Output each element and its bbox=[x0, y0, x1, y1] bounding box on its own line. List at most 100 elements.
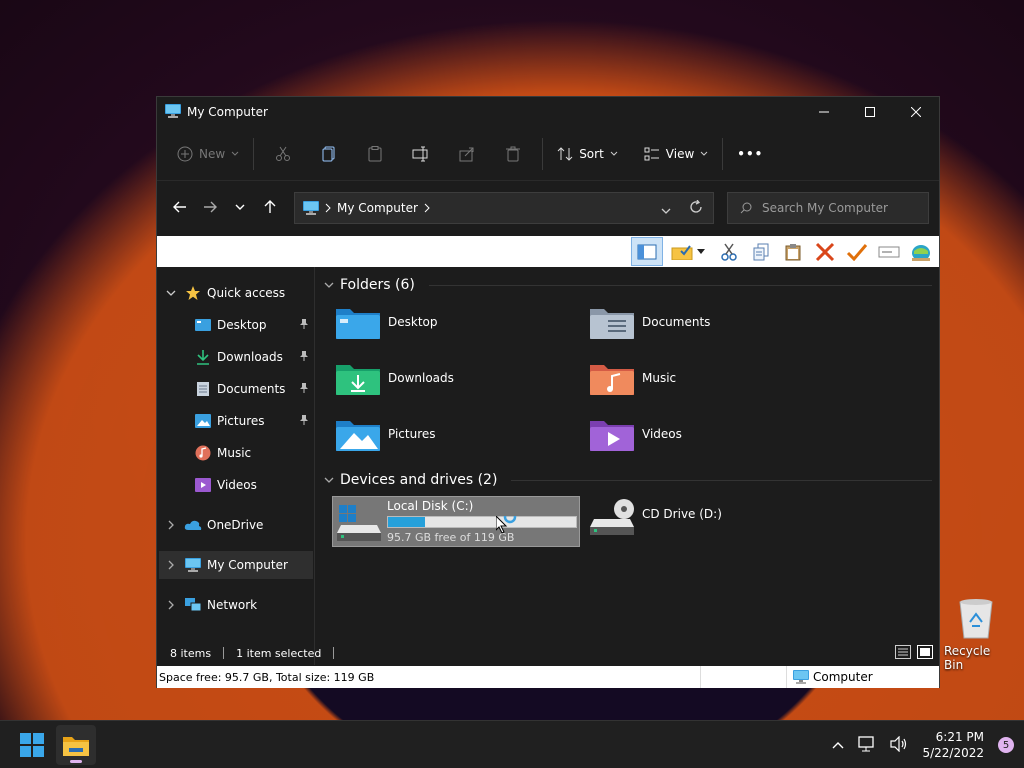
address-path[interactable]: My Computer bbox=[337, 201, 418, 215]
view-label: View bbox=[665, 146, 695, 161]
recycle-bin-desktop-icon[interactable]: Recycle Bin bbox=[944, 596, 1008, 672]
search-box[interactable]: Search My Computer bbox=[727, 192, 929, 224]
properties-check-button[interactable] bbox=[841, 237, 873, 266]
arrow-right-icon bbox=[204, 201, 217, 213]
recent-locations-button[interactable] bbox=[225, 192, 255, 222]
folder-check-icon bbox=[671, 244, 693, 260]
sidebar-item-videos[interactable]: Videos bbox=[159, 471, 313, 499]
details-view-button[interactable] bbox=[895, 645, 911, 662]
tiles-view-button[interactable] bbox=[917, 645, 933, 662]
navigation-pane-icon bbox=[637, 244, 657, 259]
drive-c-name: Local Disk (C:) bbox=[387, 499, 474, 513]
sidebar-item-label: OneDrive bbox=[207, 518, 264, 532]
checkmark-icon bbox=[846, 243, 868, 261]
sidebar-item-label: Downloads bbox=[217, 350, 283, 364]
status-bar: 8 items 1 item selected bbox=[157, 641, 939, 665]
speaker-icon bbox=[890, 735, 907, 752]
up-button[interactable] bbox=[255, 192, 285, 222]
network-icon bbox=[858, 735, 875, 751]
clock-date: 5/22/2022 bbox=[922, 746, 984, 760]
pin-icon bbox=[300, 318, 308, 329]
sidebar-item-label: Pictures bbox=[217, 414, 265, 428]
rename-icon bbox=[878, 246, 900, 257]
sidebar-item-desktop[interactable]: Desktop bbox=[159, 311, 313, 339]
rename-button[interactable] bbox=[398, 136, 444, 172]
music-icon bbox=[195, 445, 211, 461]
folder-pictures[interactable]: Pictures bbox=[336, 417, 436, 465]
back-button[interactable] bbox=[165, 192, 195, 222]
rename-classic-button[interactable] bbox=[873, 237, 905, 266]
separator bbox=[722, 137, 724, 170]
refresh-button[interactable] bbox=[689, 199, 703, 217]
sidebar-item-onedrive[interactable]: OneDrive bbox=[159, 511, 313, 539]
sidebar-item-my-computer[interactable]: My Computer bbox=[159, 551, 313, 579]
chevron-down-icon bbox=[661, 208, 671, 214]
maximize-button[interactable] bbox=[847, 97, 893, 127]
search-placeholder: Search My Computer bbox=[762, 201, 888, 215]
more-options-button[interactable]: ••• bbox=[729, 136, 771, 172]
desktop-folder-icon bbox=[336, 309, 380, 339]
sidebar-item-label: Quick access bbox=[207, 286, 286, 300]
devices-group-header[interactable]: Devices and drives (2) bbox=[324, 468, 932, 492]
paste-classic-button[interactable] bbox=[777, 237, 809, 266]
forward-button[interactable] bbox=[195, 192, 225, 222]
share-button[interactable] bbox=[444, 136, 490, 172]
minimize-button[interactable] bbox=[801, 97, 847, 127]
chevron-down-icon bbox=[324, 282, 334, 288]
plus-circle-icon bbox=[177, 146, 193, 161]
volume-tray-icon[interactable] bbox=[890, 735, 908, 755]
folder-label: Videos bbox=[642, 427, 682, 441]
address-dropdown-button[interactable] bbox=[661, 203, 671, 217]
navigation-pane-button[interactable] bbox=[631, 237, 663, 266]
sidebar-item-network[interactable]: Network bbox=[159, 591, 313, 619]
cut-button[interactable] bbox=[260, 136, 306, 172]
network-icon bbox=[185, 598, 202, 612]
show-hidden-icons-button[interactable] bbox=[832, 738, 844, 752]
chevron-right-icon bbox=[168, 600, 174, 610]
sidebar-item-label: Desktop bbox=[217, 318, 267, 332]
cloud-icon bbox=[184, 520, 202, 530]
drive-d[interactable]: CD Drive (D:) bbox=[590, 497, 722, 545]
chevron-down-icon bbox=[700, 151, 708, 156]
folder-videos[interactable]: Videos bbox=[590, 417, 682, 465]
drive-c-usage-fill bbox=[388, 517, 425, 527]
cut-classic-button[interactable] bbox=[713, 237, 745, 266]
address-bar[interactable]: My Computer bbox=[294, 192, 714, 224]
copy-classic-button[interactable] bbox=[745, 237, 777, 266]
select-dropdown-button[interactable] bbox=[663, 237, 713, 266]
folder-desktop[interactable]: Desktop bbox=[336, 305, 438, 353]
folder-documents[interactable]: Documents bbox=[590, 305, 710, 353]
chevron-right-icon bbox=[424, 203, 430, 213]
chevron-down-icon bbox=[231, 151, 239, 156]
title-bar[interactable]: My Computer bbox=[157, 97, 939, 127]
sidebar-item-documents[interactable]: Documents bbox=[159, 375, 313, 403]
folder-music[interactable]: Music bbox=[590, 361, 676, 409]
start-button[interactable] bbox=[12, 725, 52, 765]
chevron-down-icon bbox=[324, 477, 334, 483]
network-tray-icon[interactable] bbox=[858, 735, 876, 755]
notification-badge[interactable]: 5 bbox=[998, 737, 1014, 753]
delete-classic-button[interactable] bbox=[809, 237, 841, 266]
sidebar-item-music[interactable]: Music bbox=[159, 439, 313, 467]
sidebar-item-downloads[interactable]: Downloads bbox=[159, 343, 313, 371]
new-button[interactable]: New bbox=[169, 136, 247, 172]
star-icon bbox=[186, 286, 200, 300]
new-label: New bbox=[199, 146, 226, 161]
close-button[interactable] bbox=[893, 97, 939, 127]
sort-button[interactable]: Sort bbox=[549, 136, 626, 172]
sidebar-item-pictures[interactable]: Pictures bbox=[159, 407, 313, 435]
sidebar-item-label: Music bbox=[217, 446, 252, 460]
delete-button[interactable] bbox=[490, 136, 536, 172]
drive-c[interactable]: Local Disk (C:) 95.7 GB free of 119 GB bbox=[332, 496, 580, 547]
paste-button[interactable] bbox=[352, 136, 398, 172]
download-icon bbox=[197, 350, 209, 365]
folder-label: Music bbox=[642, 371, 677, 385]
copy-button[interactable] bbox=[306, 136, 352, 172]
internet-options-button[interactable] bbox=[905, 237, 937, 266]
file-explorer-taskbar-button[interactable] bbox=[56, 725, 96, 765]
view-button[interactable]: View bbox=[636, 136, 716, 172]
folder-downloads[interactable]: Downloads bbox=[336, 361, 454, 409]
folders-group-header[interactable]: Folders (6) bbox=[324, 273, 932, 297]
sidebar-item-quick-access[interactable]: Quick access bbox=[159, 279, 313, 307]
clock[interactable]: 6:21 PM 5/22/2022 bbox=[922, 729, 984, 761]
